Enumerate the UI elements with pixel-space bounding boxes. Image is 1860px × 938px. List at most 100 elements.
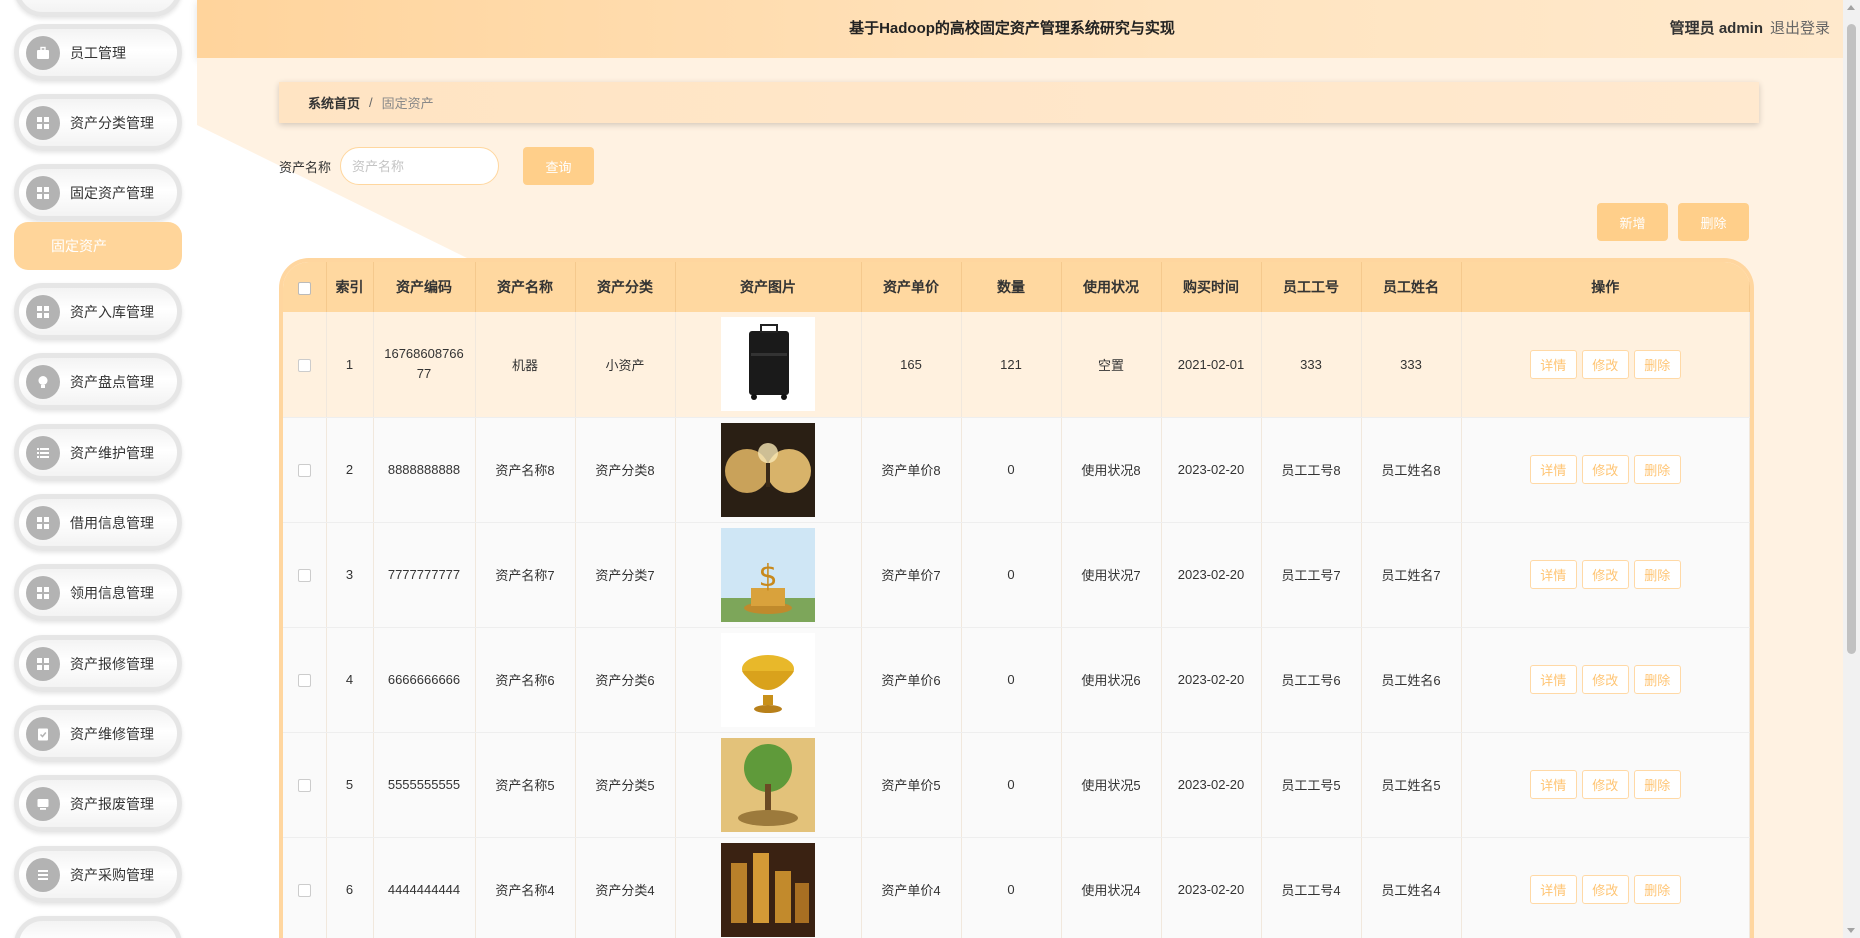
edit-button[interactable]: 修改 — [1581, 875, 1629, 904]
row-delete-button[interactable]: 删除 — [1633, 560, 1681, 589]
column-header: 购买时间 — [1161, 262, 1262, 312]
sidebar-subitem-fixed-asset[interactable]: 固定资产 — [14, 222, 182, 270]
detail-button[interactable]: 详情 — [1529, 875, 1577, 904]
scroll-thumb[interactable] — [1847, 24, 1856, 654]
sidebar-item-borrow-info[interactable]: 借用信息管理 — [14, 494, 182, 551]
add-button[interactable]: 新增 — [1597, 203, 1668, 241]
row-checkbox[interactable] — [297, 779, 311, 793]
table-row[interactable]: 6 4444444444 资产名称4 资产分类4 资产单价4 0 使用状况4 2… — [283, 837, 1750, 938]
cell-category: 资产分类6 — [575, 627, 676, 733]
monitor-icon — [26, 786, 60, 821]
cell-quantity: 0 — [961, 522, 1062, 628]
detail-button[interactable]: 详情 — [1529, 665, 1577, 694]
cell-category: 资产分类5 — [575, 732, 676, 838]
row-checkbox[interactable] — [297, 884, 311, 898]
column-header: 资产分类 — [575, 262, 676, 312]
sidebar-item-label: 员工管理 — [70, 44, 126, 61]
detail-button[interactable]: 详情 — [1529, 770, 1577, 799]
edit-button[interactable]: 修改 — [1581, 455, 1629, 484]
asset-image[interactable] — [721, 422, 815, 517]
column-header: 资产图片 — [675, 262, 862, 312]
current-user: 管理员 admin — [1669, 20, 1763, 37]
page-scrollbar[interactable] — [1843, 0, 1860, 938]
cell-date: 2023-02-20 — [1161, 732, 1262, 838]
detail-button[interactable]: 详情 — [1529, 349, 1577, 379]
column-header: 资产名称 — [475, 262, 576, 312]
sidebar-item-repair[interactable]: 资产维修管理 — [14, 705, 182, 762]
cell-employee-name: 员工姓名5 — [1361, 732, 1462, 838]
search-button[interactable]: 查询 — [523, 147, 595, 185]
detail-button[interactable]: 详情 — [1529, 455, 1577, 484]
table-row[interactable]: 5 5555555555 资产名称5 资产分类5 资产单价5 0 使用状况5 2… — [283, 732, 1750, 838]
cell-index: 4 — [326, 627, 374, 733]
cell-date: 2021-02-01 — [1161, 312, 1262, 418]
cell-employee-name: 员工姓名6 — [1361, 627, 1462, 733]
edit-button[interactable]: 修改 — [1581, 770, 1629, 799]
sidebar-item-label: 资产分类管理 — [70, 114, 154, 131]
sidebar-item-scrap[interactable]: 资产报废管理 — [14, 775, 182, 832]
briefcase-icon — [26, 35, 60, 70]
asset-image[interactable] — [721, 842, 815, 937]
sidebar-item-top-partial[interactable] — [14, 0, 182, 17]
asset-image[interactable] — [721, 632, 815, 727]
sidebar-item-asset-category[interactable]: 资产分类管理 — [14, 94, 182, 151]
cell-name: 资产名称5 — [475, 732, 576, 838]
clipboard-icon — [26, 716, 60, 751]
row-select-cell — [283, 312, 327, 418]
edit-button[interactable]: 修改 — [1581, 349, 1629, 379]
cell-code: 1676860876677 — [373, 312, 476, 418]
sidebar-item-repair-request[interactable]: 资产报修管理 — [14, 635, 182, 692]
cell-quantity: 121 — [961, 312, 1062, 418]
sidebar-item-bottom-partial[interactable] — [14, 916, 182, 938]
cell-date: 2023-02-20 — [1161, 837, 1262, 938]
cell-employee-no: 员工工号7 — [1261, 522, 1362, 628]
logout-link[interactable]: 退出登录 — [1770, 0, 1830, 58]
sidebar-item-employee[interactable]: 员工管理 — [14, 24, 182, 81]
asset-image[interactable] — [721, 317, 815, 412]
cell-code: 7777777777 — [373, 522, 476, 628]
scroll-up-arrow[interactable] — [1847, 5, 1855, 10]
cell-status: 使用状况7 — [1061, 522, 1162, 628]
sidebar: 员工管理 资产分类管理 固定资产管理 固定资产 资产入库管理 资产盘点管理 资产… — [0, 0, 197, 938]
row-delete-button[interactable]: 删除 — [1633, 770, 1681, 799]
row-delete-button[interactable]: 删除 — [1633, 875, 1681, 904]
sidebar-item-asset-inventory[interactable]: 资产盘点管理 — [14, 353, 182, 410]
cell-quantity: 0 — [961, 837, 1062, 938]
asset-image[interactable] — [721, 737, 815, 832]
cell-date: 2023-02-20 — [1161, 417, 1262, 523]
cell-code: 8888888888 — [373, 417, 476, 523]
column-header: 数量 — [961, 262, 1062, 312]
sidebar-item-asset-maintenance[interactable]: 资产维护管理 — [14, 424, 182, 481]
edit-button[interactable]: 修改 — [1581, 665, 1629, 694]
row-delete-button[interactable]: 删除 — [1633, 665, 1681, 694]
breadcrumb-home[interactable]: 系统首页 — [308, 93, 360, 112]
table-row[interactable]: 4 6666666666 资产名称6 资产分类6 资产单价6 0 使用状况6 2… — [283, 627, 1750, 733]
scroll-down-arrow[interactable] — [1847, 928, 1855, 933]
sidebar-item-asset-inbound[interactable]: 资产入库管理 — [14, 283, 182, 340]
row-checkbox[interactable] — [297, 464, 311, 478]
edit-button[interactable]: 修改 — [1581, 560, 1629, 589]
table-row[interactable]: 3 7777777777 资产名称7 资产分类7 $ 资产单价7 0 使用状况7… — [283, 522, 1750, 628]
cell-index: 3 — [326, 522, 374, 628]
sidebar-item-fixed-asset[interactable]: 固定资产管理 — [14, 164, 182, 221]
row-delete-button[interactable]: 删除 — [1633, 349, 1681, 379]
row-select-cell — [283, 417, 327, 523]
row-delete-button[interactable]: 删除 — [1633, 455, 1681, 484]
cell-price: 资产单价7 — [861, 522, 962, 628]
sidebar-item-receive-info[interactable]: 领用信息管理 — [14, 564, 182, 621]
delete-button[interactable]: 删除 — [1678, 203, 1749, 241]
search-input[interactable] — [340, 147, 500, 185]
row-checkbox[interactable] — [297, 358, 311, 372]
asset-table: 索引 资产编码 资产名称 资产分类 资产图片 资产单价 数量 使用状况 购买时间… — [279, 258, 1754, 938]
cell-actions: 详情 修改 删除 — [1461, 837, 1750, 938]
table-row[interactable]: 2 8888888888 资产名称8 资产分类8 资产单价8 0 使用状况8 2… — [283, 417, 1750, 523]
list-icon — [26, 857, 60, 892]
cell-code: 5555555555 — [373, 732, 476, 838]
asset-image[interactable]: $ — [721, 527, 815, 622]
table-row[interactable]: 1 1676860876677 机器 小资产 165 121 空置 2021-0… — [283, 312, 1750, 418]
sidebar-item-purchase[interactable]: 资产采购管理 — [14, 846, 182, 903]
detail-button[interactable]: 详情 — [1529, 560, 1577, 589]
row-checkbox[interactable] — [297, 569, 311, 583]
row-checkbox[interactable] — [297, 674, 311, 688]
select-all-checkbox[interactable] — [297, 281, 311, 295]
